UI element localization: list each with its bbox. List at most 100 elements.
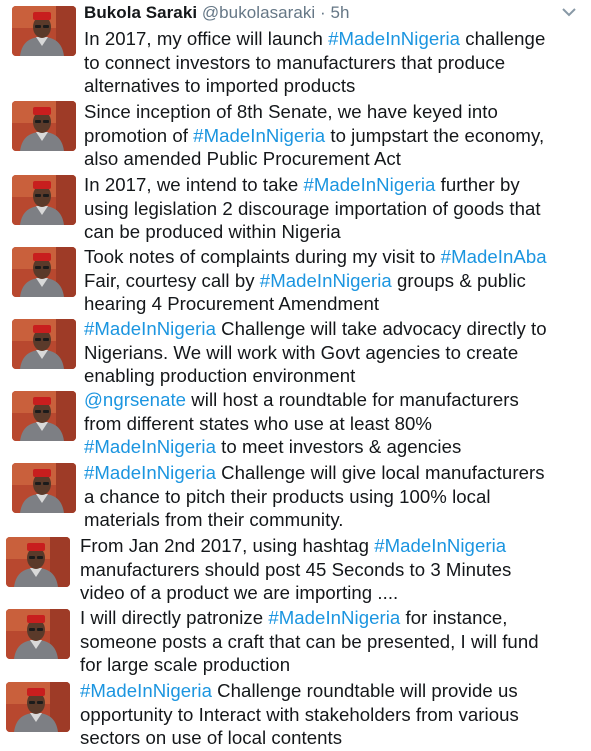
tweet-text-segment: to connect investors to manufacturers th… — [84, 51, 506, 73]
tweet-text-segment: manufacturers should post 45 Seconds to … — [80, 558, 512, 580]
tweet-line: Took notes of complaints during my visit… — [84, 245, 584, 269]
tweet-content: I will directly patronize #MadeInNigeria… — [80, 606, 580, 677]
tweet-line: Fair, courtesy call by #MadeInNigeria gr… — [84, 269, 584, 293]
tweet-line: a chance to pitch their products using 1… — [84, 485, 584, 509]
hashtag-link[interactable]: #MadeInNigeria — [84, 318, 216, 339]
tweet-text-segment: Took notes of complaints during my visit… — [84, 246, 441, 267]
hashtag-link[interactable]: #MadeInNigeria — [84, 462, 216, 483]
avatar[interactable] — [12, 319, 76, 369]
hashtag-link[interactable]: #MadeInNigeria — [84, 436, 216, 457]
tweet-text-segment: materials from their community. — [84, 509, 344, 530]
tweet-line: #MadeInNigeria Challenge will give local… — [84, 461, 584, 485]
tweet-line: also amended Public Procurement Act — [84, 147, 584, 171]
mention-link[interactable]: @ngrsenate — [84, 389, 186, 410]
tweet-timestamp[interactable]: 5h — [331, 3, 350, 22]
tweet-text-segment: for large scale production — [80, 654, 291, 675]
tweet-text-segment: In 2017, my office will launch — [84, 28, 329, 49]
tweet-text: In 2017, we intend to take #MadeInNigeri… — [84, 173, 584, 244]
tweet[interactable]: #MadeInNigeria Challenge will take advoc… — [0, 317, 591, 389]
tweet-line: can be produced within Nigeria — [84, 220, 584, 244]
tweet[interactable]: @ngrsenate will host a roundtable for ma… — [0, 388, 591, 460]
author-name[interactable]: Bukola Saraki — [84, 3, 197, 22]
tweet[interactable]: Since inception of 8th Senate, we have k… — [0, 99, 591, 171]
avatar[interactable] — [6, 537, 70, 587]
tweet-text-segment: From Jan 2nd 2017, using hashtag — [80, 535, 375, 556]
tweet-line: for large scale production — [80, 653, 580, 677]
tweet-line: I will directly patronize #MadeInNigeria… — [80, 606, 580, 630]
tweet[interactable]: From Jan 2nd 2017, using hashtag #MadeIn… — [0, 534, 591, 606]
tweet[interactable]: Bukola Saraki @bukolasaraki · 5h In 2017… — [0, 0, 591, 97]
hashtag-link[interactable]: #MadeInNigeria — [268, 607, 400, 628]
tweet-line: #MadeInNigeria to meet investors & agenc… — [84, 435, 584, 459]
tweet-text-segment: Challenge will take advocacy directly to — [215, 318, 547, 339]
tweet-text: Took notes of complaints during my visit… — [84, 245, 584, 316]
tweet-text-segment: Fair, courtesy call by — [84, 269, 260, 291]
chevron-down-icon[interactable] — [561, 6, 577, 18]
avatar[interactable] — [12, 247, 76, 297]
tweet-text: #MadeInNigeria Challenge will give local… — [84, 461, 584, 532]
hashtag-link[interactable]: #MadeInNigeria — [303, 174, 435, 195]
tweet-text-segment: from different states who use at least 8… — [84, 412, 432, 434]
tweet-text-segment: groups & public — [391, 269, 526, 291]
hashtag-link[interactable]: #MadeInAba — [441, 246, 547, 267]
tweet-text-segment: enabling production environment — [84, 365, 356, 386]
tweet-line: Since inception of 8th Senate, we have k… — [84, 100, 584, 124]
tweet-line: From Jan 2nd 2017, using hashtag #MadeIn… — [80, 534, 580, 558]
tweet-text: #MadeInNigeria Challenge will take advoc… — [84, 317, 584, 388]
tweet-line: @ngrsenate will host a roundtable for ma… — [84, 388, 584, 412]
tweet-line: In 2017, my office will launch #MadeInNi… — [84, 27, 584, 51]
hashtag-link[interactable]: #MadeInNigeria — [328, 28, 460, 49]
tweet[interactable]: Took notes of complaints during my visit… — [0, 245, 591, 317]
avatar[interactable] — [12, 6, 76, 56]
tweet[interactable]: I will directly patronize #MadeInNigeria… — [0, 606, 591, 678]
hashtag-link[interactable]: #MadeInNigeria — [260, 270, 392, 291]
tweet-line: hearing 4 Procurement Amendment — [84, 292, 584, 316]
tweet[interactable]: #MadeInNigeria Challenge will give local… — [0, 461, 591, 533]
tweet-header: Bukola Saraki @bukolasaraki · 5h — [84, 1, 584, 24]
tweet-line: manufacturers should post 45 Seconds to … — [80, 558, 580, 582]
tweet-text-segment: to jumpstart the economy, — [325, 124, 545, 146]
hashtag-link[interactable]: #MadeInNigeria — [80, 680, 212, 701]
tweet-line: enabling production environment — [84, 364, 584, 388]
tweet-text-segment: to meet investors & agencies — [215, 436, 462, 457]
tweet-feed: Bukola Saraki @bukolasaraki · 5h In 2017… — [0, 0, 591, 751]
tweet-line: opportunity to Interact with stakeholder… — [80, 703, 580, 727]
tweet[interactable]: #MadeInNigeria Challenge roundtable will… — [0, 679, 591, 751]
separator-dot: · — [320, 3, 326, 22]
tweet-text-segment: for instance, — [400, 607, 508, 628]
tweet-text: In 2017, my office will launch #MadeInNi… — [84, 27, 584, 98]
tweet-text-segment: alternatives to imported products — [84, 75, 356, 96]
avatar[interactable] — [12, 101, 76, 151]
tweet-text-segment: promotion of — [84, 124, 194, 146]
tweet-text-segment: Since inception of 8th Senate, we have k… — [84, 101, 498, 122]
avatar[interactable] — [6, 609, 70, 659]
hashtag-link[interactable]: #MadeInNigeria — [374, 535, 506, 556]
tweet-line: from different states who use at least 8… — [84, 412, 584, 436]
tweet-line: sectors on use of local contents — [80, 726, 580, 750]
tweet-text-segment: also amended Public Procurement Act — [84, 148, 401, 169]
tweet-content: @ngrsenate will host a roundtable for ma… — [84, 388, 584, 459]
tweet-text: #MadeInNigeria Challenge roundtable will… — [80, 679, 580, 750]
avatar[interactable] — [12, 463, 76, 513]
tweet-content: #MadeInNigeria Challenge will give local… — [84, 461, 584, 532]
avatar[interactable] — [12, 175, 76, 225]
tweet-line: #MadeInNigeria Challenge roundtable will… — [80, 679, 580, 703]
tweet-text-segment: Challenge will give local manufacturers — [215, 462, 545, 483]
tweet-text-segment: challenge — [460, 28, 546, 49]
tweet-text-segment: Nigerians. We will work with Govt agenci… — [84, 341, 519, 363]
tweet-text-segment: can be produced within Nigeria — [84, 221, 341, 242]
tweet-text: @ngrsenate will host a roundtable for ma… — [84, 388, 584, 459]
hashtag-link[interactable]: #MadeInNigeria — [193, 125, 325, 146]
tweet-content: In 2017, we intend to take #MadeInNigeri… — [84, 173, 584, 244]
avatar[interactable] — [6, 682, 70, 732]
tweet-text-segment: I will directly patronize — [80, 607, 269, 628]
tweet-text-segment: someone posts a craft that can be presen… — [80, 630, 539, 652]
tweet-text: From Jan 2nd 2017, using hashtag #MadeIn… — [80, 534, 580, 605]
tweet-content: #MadeInNigeria Challenge roundtable will… — [80, 679, 580, 750]
tweet[interactable]: In 2017, we intend to take #MadeInNigeri… — [0, 173, 591, 245]
avatar[interactable] — [12, 391, 76, 441]
tweet-line: video of a product we are importing .... — [80, 581, 580, 605]
tweet-text-segment: will host a roundtable for manufacturers — [186, 389, 519, 410]
author-handle[interactable]: @bukolasaraki — [202, 3, 315, 22]
tweet-text-segment: Challenge roundtable will provide us — [211, 680, 518, 701]
